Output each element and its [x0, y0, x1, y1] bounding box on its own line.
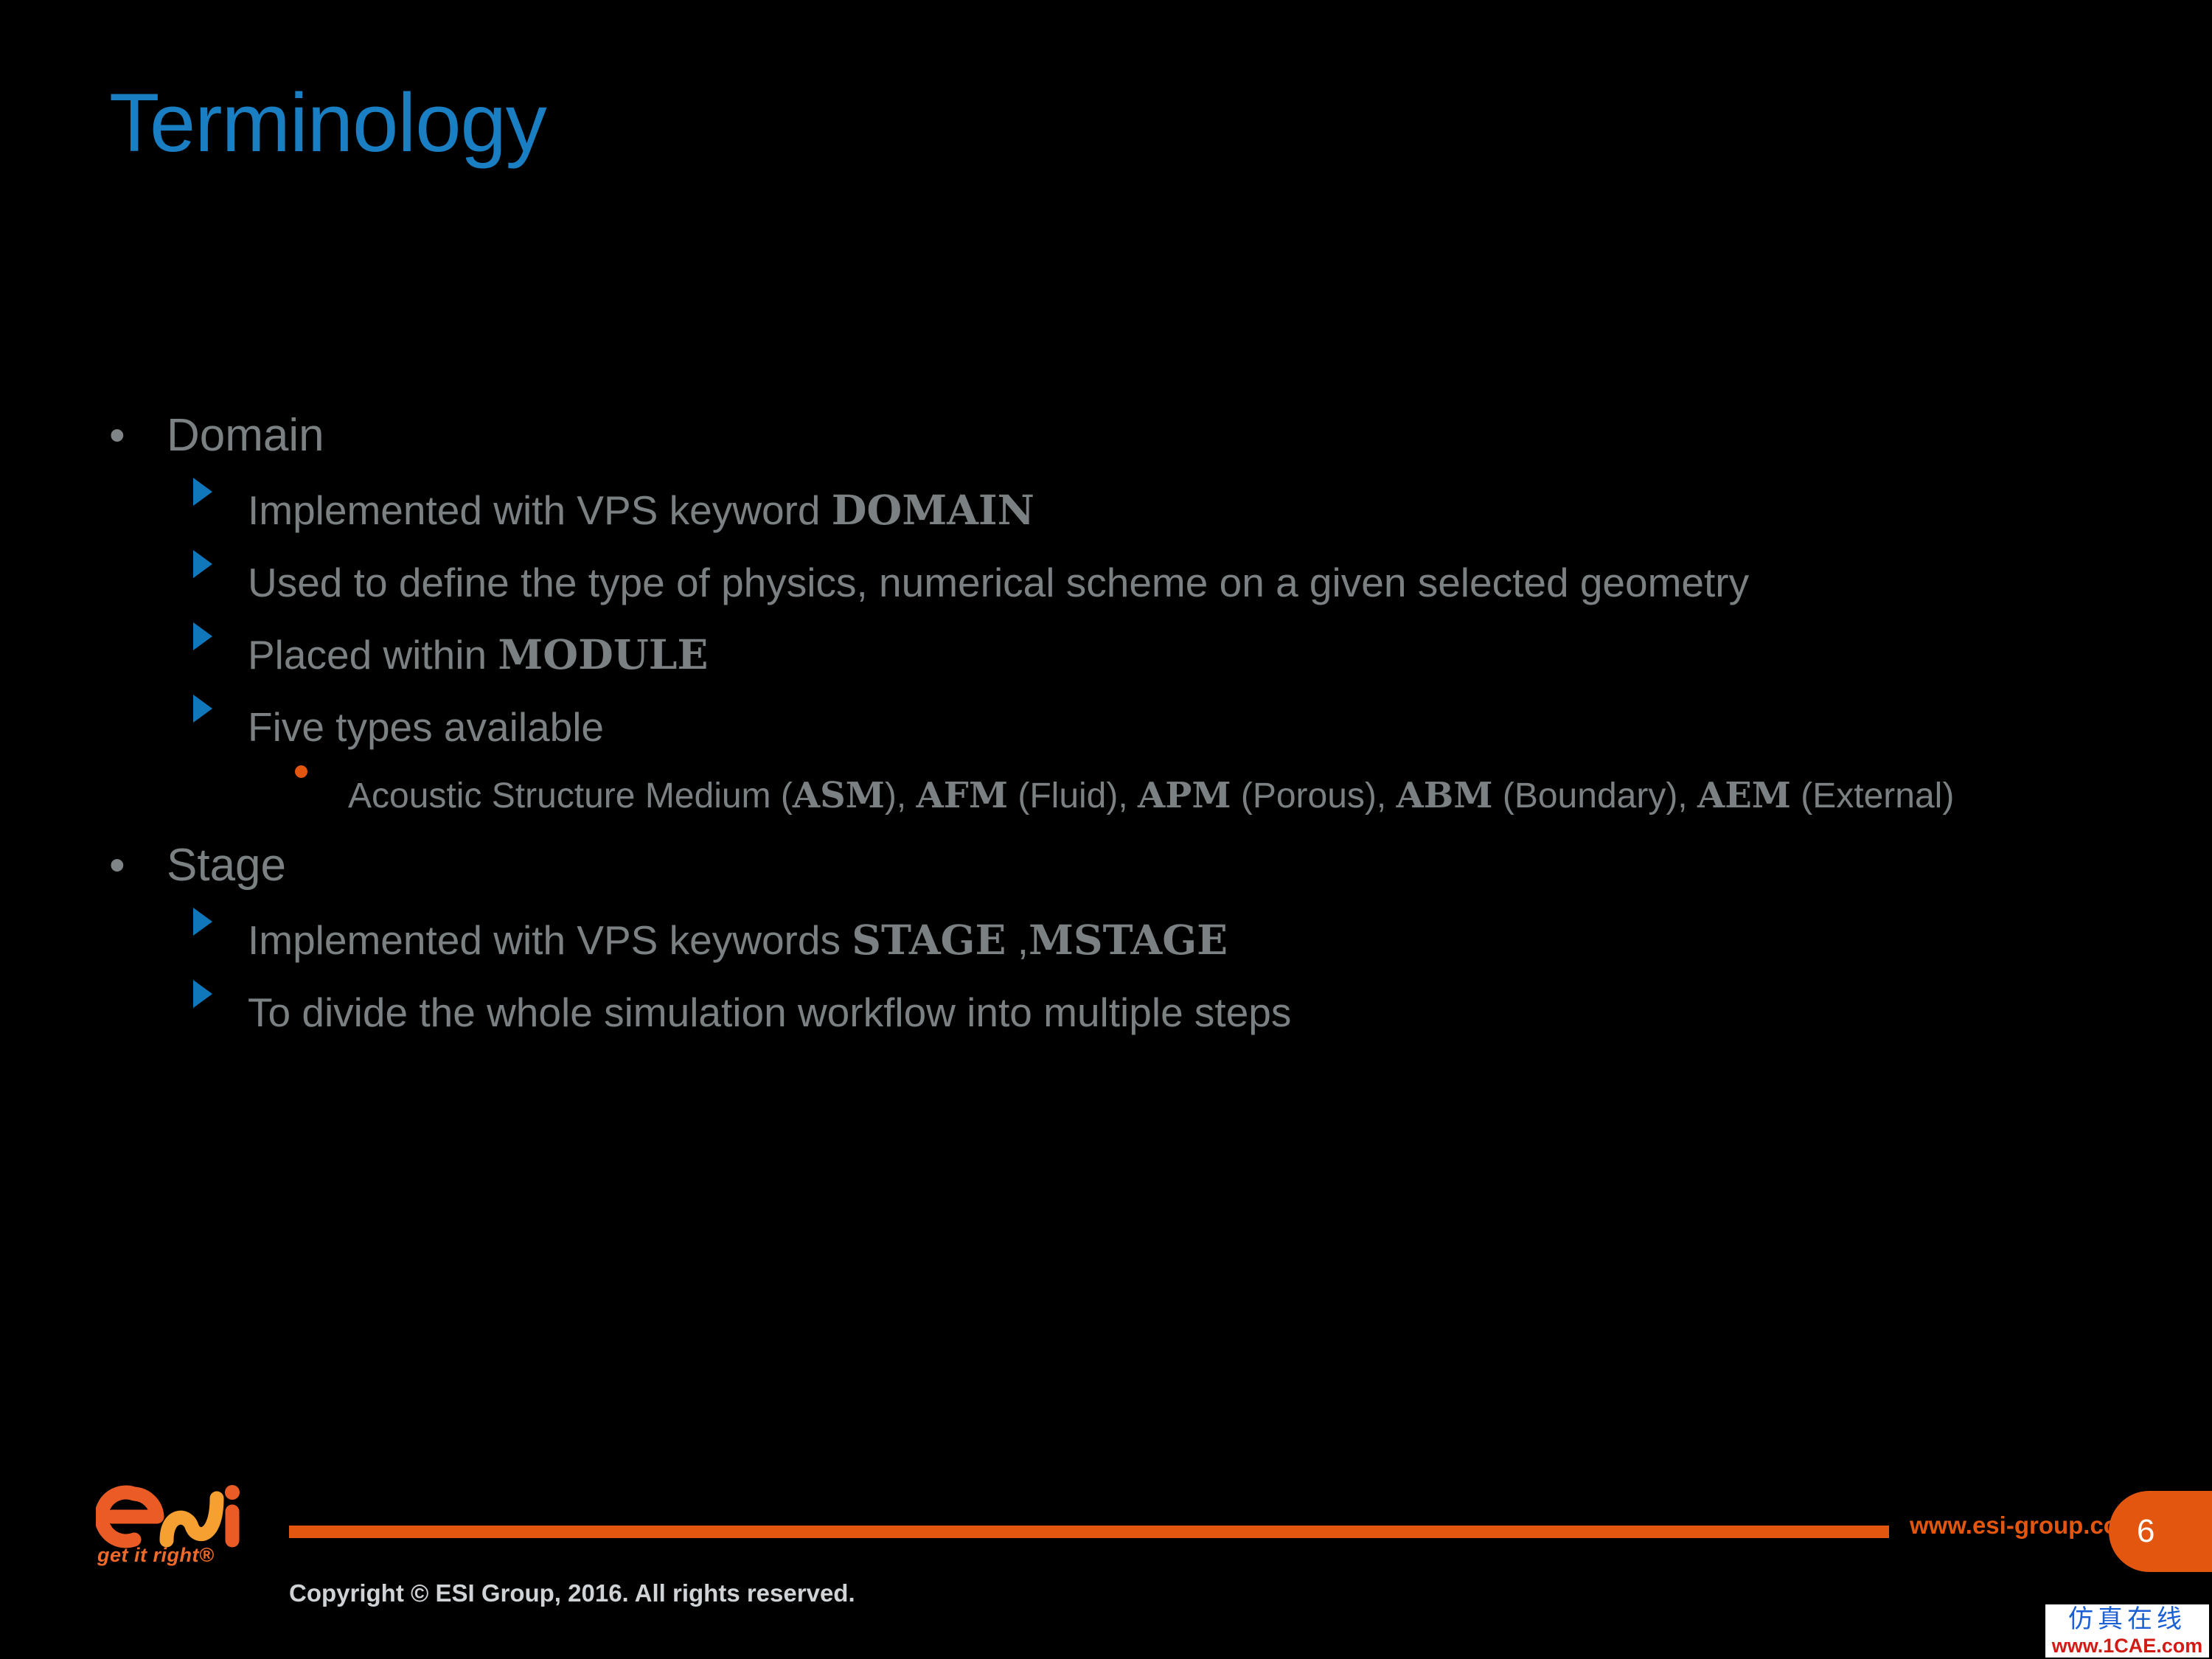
watermark-cn-text: 仿真在线: [2068, 1604, 2186, 1634]
list-item-level2: Implemented with VPS keywords STAGE ,MST…: [193, 905, 2212, 975]
slide: Terminology • Domain Implemented with VP…: [0, 0, 2212, 1659]
esi-logo-tagline: get it right®: [97, 1544, 215, 1566]
text-fragment: (Fluid),: [1008, 776, 1138, 815]
text-fragment: (External): [1790, 776, 1955, 815]
list-item-level2: To divide the whole simulation workflow …: [193, 977, 2212, 1048]
keyword-domain: DOMAIN: [831, 486, 1034, 534]
text-fragment: Five types available: [248, 704, 605, 750]
page-title: Terminology: [109, 77, 547, 169]
text-fragment: Used to define the type of physics, nume…: [248, 560, 1750, 605]
text-fragment: (Boundary),: [1492, 776, 1697, 815]
list-item-level2: Five types available: [193, 692, 2212, 762]
list-item-label: Implemented with VPS keywords STAGE ,MST…: [248, 905, 1228, 975]
list-item-label: Five types available: [248, 692, 604, 762]
slide-footer: get it right® www.esi-group.com 6 Copyri…: [0, 1467, 2212, 1659]
list-item-label: Placed within MODULE: [248, 619, 708, 690]
list-item-level2: Placed within MODULE: [193, 619, 2212, 690]
list-item-label: Domain: [167, 410, 324, 461]
list-item-level1: • Domain: [103, 404, 2212, 467]
keyword-stage: STAGE: [852, 916, 1006, 964]
bullet-triangle-blue-icon: [193, 977, 248, 1008]
page-number-badge: 6: [2109, 1491, 2212, 1572]
keyword-afm: AFM: [916, 775, 1009, 816]
bullet-list: • Domain Implemented with VPS keyword DO…: [0, 398, 2212, 1049]
keyword-asm: ASM: [792, 775, 885, 816]
text-fragment: Implemented with VPS keyword: [248, 487, 832, 533]
list-item-label: Acoustic Structure Medium (ASM), AFM (Fl…: [348, 764, 1954, 828]
bullet-triangle-blue-icon: [193, 475, 248, 506]
copyright-notice: Copyright © ESI Group, 2016. All rights …: [289, 1579, 855, 1607]
bullet-triangle-blue-icon: [193, 547, 248, 578]
list-item-label: Used to define the type of physics, nume…: [248, 547, 1749, 618]
list-item-label: Implemented with VPS keyword DOMAIN: [248, 475, 1034, 546]
watermark: 仿真在线 www.1CAE.com: [2045, 1604, 2209, 1658]
list-item-level1: • Stage: [103, 834, 2212, 897]
text-fragment: ),: [884, 776, 917, 815]
list-item-level3: Acoustic Structure Medium (ASM), AFM (Fl…: [295, 764, 2212, 828]
keyword-module: MODULE: [498, 630, 709, 678]
list-item-label: To divide the whole simulation workflow …: [248, 977, 1291, 1048]
keyword-apm: APM: [1138, 775, 1231, 816]
text-fragment: To divide the whole simulation workflow …: [248, 990, 1292, 1035]
website-link[interactable]: www.esi-group.com: [1910, 1512, 2140, 1540]
text-fragment: Placed within: [248, 632, 498, 678]
list-item-label: Stage: [167, 840, 287, 891]
list-item-level2: Used to define the type of physics, nume…: [193, 547, 2212, 618]
watermark-url: www.1CAE.com: [2051, 1635, 2203, 1657]
text-fragment: ,: [1006, 917, 1029, 963]
list-item-level2: Implemented with VPS keyword DOMAIN: [193, 475, 2212, 546]
keyword-abm: ABM: [1396, 775, 1493, 816]
text-fragment: Implemented with VPS keywords: [248, 917, 852, 963]
text-fragment: (Porous),: [1231, 776, 1397, 815]
bullet-triangle-blue-icon: [193, 619, 248, 650]
bullet-dot-gray-icon: •: [109, 840, 125, 891]
footer-divider: [289, 1526, 1889, 1538]
text-fragment: Acoustic Structure Medium (: [348, 776, 793, 815]
bullet-triangle-blue-icon: [193, 905, 248, 936]
bullet-dot-gray-icon: •: [109, 410, 125, 461]
bullet-dot-orange-icon: [295, 764, 348, 778]
keyword-mstage: MSTAGE: [1029, 916, 1228, 964]
keyword-aem: AEM: [1697, 775, 1791, 816]
bullet-triangle-blue-icon: [193, 692, 248, 723]
